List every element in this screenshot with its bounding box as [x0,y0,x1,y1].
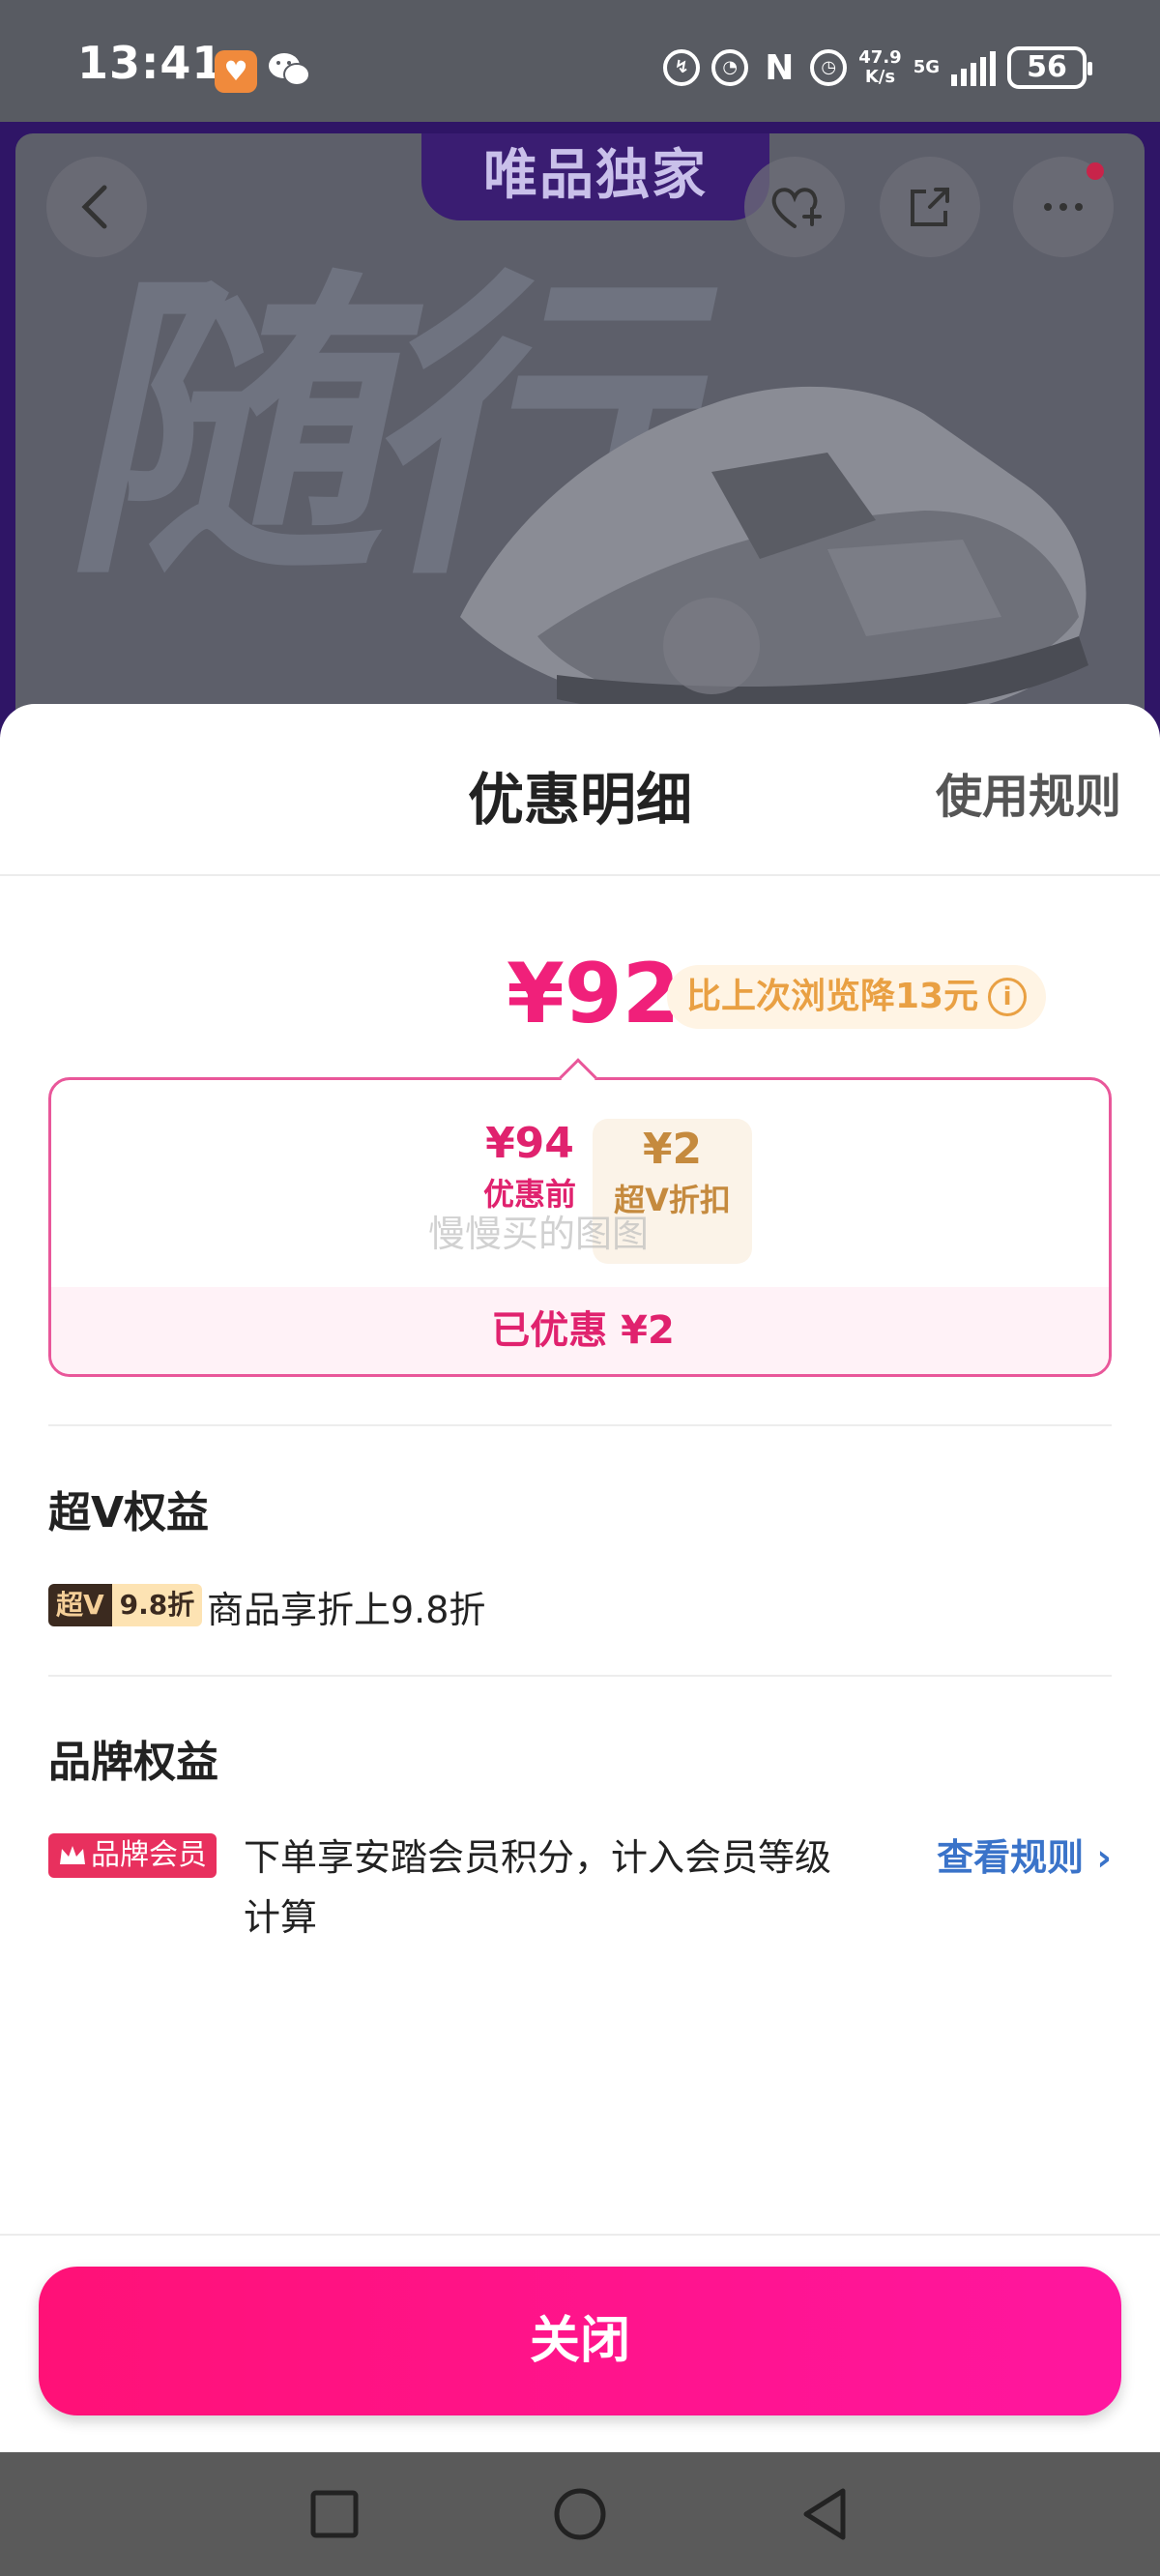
brand-benefits-title: 品牌权益 [48,1738,218,1787]
network-type: 5G [913,57,940,77]
vip-tag-discount: 9.8折 [111,1584,203,1626]
back-nav-icon[interactable] [797,2485,855,2543]
saved-amount: 已优惠 ¥2 [51,1287,1109,1374]
share-button[interactable] [880,157,980,257]
price-drop-text: 比上次浏览降13元 [686,977,979,1016]
brand-member-tag: 品牌会员 [48,1833,217,1878]
price-drop-badge[interactable]: 比上次浏览降13元 i [667,965,1047,1029]
status-bar: 13:41 ♥ ↯ ◔ N ◷ 47.9 K/s 5G 56 [0,0,1160,122]
close-button[interactable]: 关闭 [39,2267,1121,2415]
price-row: ¥92 比上次浏览降13元 i [0,946,1160,1042]
more-dots-icon [1044,203,1083,211]
recent-apps-icon[interactable] [305,2485,363,2543]
divider [48,1675,1112,1677]
usage-rules-link[interactable]: 使用规则 [936,758,1121,826]
view-rules-link[interactable]: 查看规则 › [937,1828,1112,1881]
nfc-icon: N [765,47,795,88]
hd-call-icon: ↯ [663,49,701,86]
divider [0,2234,1160,2236]
battery-icon: 56 [1007,46,1092,89]
vip-discount-value: ¥2 [642,1125,703,1174]
divider [48,1424,1112,1426]
crown-icon [60,1846,85,1864]
net-speed: 47.9 K/s [858,48,901,87]
brand-benefit-line1: 下单享安踏会员积分，计入会员等级 [244,1836,832,1879]
view-rules-label: 查看规则 [937,1836,1085,1879]
product-image-area: 随行 唯品独家 [15,133,1145,752]
chevron-right-icon: › [1096,1836,1112,1879]
wechat-icon [267,50,313,93]
final-price: ¥92 [507,946,681,1042]
product-hero: 随行 唯品独家 [0,122,1160,752]
vip-tag-label: 超V [48,1584,112,1626]
sheet-header: 优惠明细 使用规则 [0,704,1160,876]
watermark: 慢慢买的图图 [428,1213,650,1255]
signal-icon [951,49,996,86]
discount-calculation: ¥94 优惠前 - ¥2 超V折扣 慢慢买的图图 已优惠 ¥2 [48,1077,1112,1377]
home-icon[interactable] [551,2485,609,2543]
vip-tag: 超V 9.8折 [48,1584,203,1626]
brand-member-label: 品牌会员 [91,1838,207,1872]
net-speed-value: 47.9 [858,47,902,68]
favorite-button[interactable] [744,157,845,257]
vip-benefit-text: 商品享折上9.8折 [207,1589,486,1631]
app-notification-icon: ♥ [215,50,257,93]
more-button[interactable] [1013,157,1114,257]
back-button[interactable] [46,157,147,257]
net-speed-unit: K/s [864,67,896,87]
notification-dot [1087,162,1104,180]
status-time: 13:41 [77,37,224,89]
chevron-left-icon [81,185,107,229]
discount-detail-sheet: 优惠明细 使用规则 ¥92 比上次浏览降13元 i ¥94 优惠前 - ¥2 超… [0,704,1160,2452]
status-icons: ↯ ◔ N ◷ 47.9 K/s 5G 56 [663,46,1092,89]
speedometer-icon: ◔ [711,49,749,86]
share-icon [911,188,949,226]
shoe-image [460,386,1088,723]
brand-benefit-line2: 计算 [244,1896,318,1939]
vip-benefits-title: 超V权益 [48,1488,210,1537]
heart-plus-icon [771,188,822,228]
exclusive-tab: 唯品独家 [421,133,769,220]
info-icon[interactable]: i [988,978,1028,1016]
system-nav-bar [0,2452,1160,2576]
alarm-icon: ◷ [810,49,848,86]
